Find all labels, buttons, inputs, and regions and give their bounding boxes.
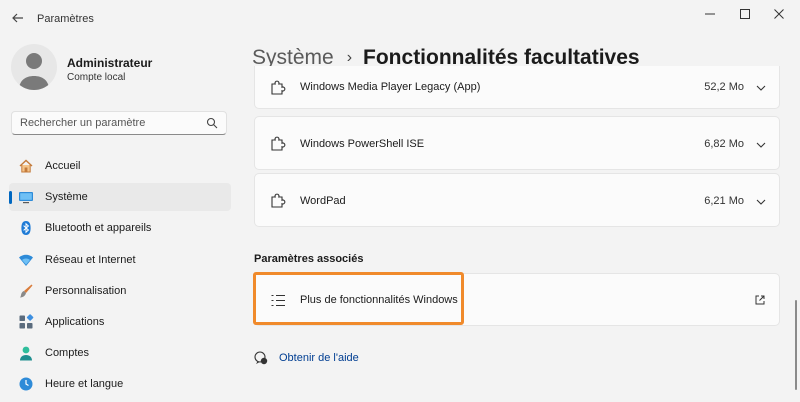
feature-size: 52,2 Mo bbox=[704, 81, 744, 93]
sidebar-item-reseau[interactable]: Réseau et Internet bbox=[9, 246, 231, 274]
highlight-frame bbox=[253, 272, 464, 325]
sidebar-item-label: Système bbox=[45, 191, 88, 204]
selection-indicator bbox=[9, 191, 12, 205]
sidebar-item-accueil[interactable]: Accueil bbox=[9, 152, 231, 180]
app-title: Paramètres bbox=[37, 13, 94, 25]
open-external-icon bbox=[755, 295, 765, 305]
sidebar-item-applications[interactable]: Applications bbox=[9, 308, 231, 336]
feature-card[interactable]: Windows PowerShell ISE 6,82 Mo bbox=[254, 116, 780, 170]
feature-name: WordPad bbox=[300, 195, 346, 207]
search-input[interactable] bbox=[20, 117, 200, 129]
minimize-button[interactable] bbox=[698, 5, 722, 23]
sidebar-nav: Accueil Système Bluetooth et appareils R… bbox=[9, 152, 231, 402]
section-heading: Paramètres associés bbox=[254, 253, 364, 265]
apps-icon bbox=[19, 314, 34, 329]
sidebar-item-comptes[interactable]: Comptes bbox=[9, 339, 231, 367]
maximize-icon bbox=[740, 9, 750, 19]
sidebar-item-label: Réseau et Internet bbox=[45, 253, 136, 266]
sidebar-item-heure[interactable]: Heure et langue bbox=[9, 370, 231, 398]
wifi-icon bbox=[19, 254, 33, 266]
puzzle-icon bbox=[271, 193, 286, 208]
search-box[interactable] bbox=[11, 111, 227, 135]
back-arrow-icon bbox=[12, 13, 23, 23]
puzzle-icon bbox=[271, 80, 286, 95]
title-bar: Paramètres bbox=[0, 0, 800, 36]
user-name: Administrateur bbox=[67, 56, 153, 70]
avatar bbox=[11, 44, 57, 90]
chevron-down-icon[interactable] bbox=[755, 139, 767, 151]
sidebar-item-label: Personnalisation bbox=[45, 284, 127, 297]
feature-card[interactable]: WordPad 6,21 Mo bbox=[254, 173, 780, 227]
chevron-right-icon: › bbox=[346, 49, 353, 66]
minimize-icon bbox=[705, 13, 715, 15]
feature-name: Windows PowerShell ISE bbox=[300, 138, 425, 150]
feature-card[interactable]: Windows Media Player Legacy (App) 52,2 M… bbox=[254, 66, 780, 109]
display-icon bbox=[19, 192, 33, 204]
help-icon bbox=[254, 351, 268, 365]
back-button[interactable] bbox=[8, 8, 28, 28]
sidebar-item-personnalisation[interactable]: Personnalisation bbox=[9, 277, 231, 305]
sidebar-item-label: Bluetooth et appareils bbox=[45, 222, 152, 235]
sidebar-item-label: Heure et langue bbox=[45, 378, 124, 391]
help-link[interactable]: Obtenir de l'aide bbox=[254, 351, 359, 365]
close-icon bbox=[774, 9, 784, 19]
puzzle-icon bbox=[271, 136, 286, 151]
maximize-button[interactable] bbox=[733, 5, 757, 23]
help-label: Obtenir de l'aide bbox=[279, 352, 359, 364]
person-icon bbox=[20, 346, 32, 361]
feature-size: 6,82 Mo bbox=[704, 138, 744, 150]
sidebar-item-bluetooth[interactable]: Bluetooth et appareils bbox=[9, 214, 231, 242]
chevron-down-icon[interactable] bbox=[755, 196, 767, 208]
bluetooth-icon bbox=[21, 221, 31, 236]
brush-icon bbox=[20, 284, 33, 298]
sidebar-item-systeme[interactable]: Système bbox=[9, 183, 231, 212]
close-button[interactable] bbox=[767, 5, 791, 23]
scrollbar[interactable] bbox=[795, 300, 797, 390]
globe-clock-icon bbox=[19, 377, 33, 391]
sidebar-item-label: Accueil bbox=[45, 160, 81, 172]
feature-size: 6,21 Mo bbox=[704, 195, 744, 207]
account-type: Compte local bbox=[67, 72, 126, 83]
feature-name: Windows Media Player Legacy (App) bbox=[300, 81, 481, 93]
chevron-down-icon[interactable] bbox=[755, 82, 767, 94]
sidebar-item-label: Applications bbox=[45, 315, 105, 328]
user-avatar-icon bbox=[19, 53, 49, 90]
home-icon bbox=[19, 159, 33, 173]
search-icon[interactable] bbox=[206, 117, 218, 129]
sidebar-item-label: Comptes bbox=[45, 347, 90, 360]
